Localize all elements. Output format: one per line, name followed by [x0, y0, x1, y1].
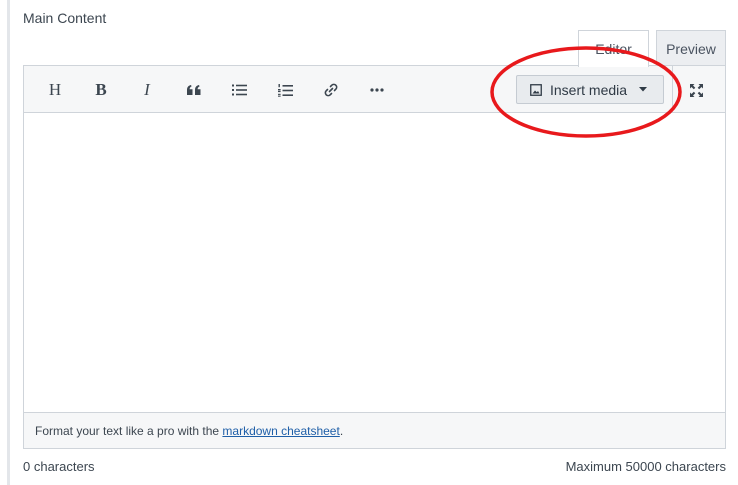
character-count: 0 characters: [23, 459, 95, 474]
link-button[interactable]: [318, 78, 344, 102]
heading-button[interactable]: H: [42, 78, 68, 102]
quote-icon: [187, 85, 201, 95]
bold-button[interactable]: B: [88, 78, 114, 102]
numbered-list-icon: [277, 83, 293, 97]
tab-preview[interactable]: Preview: [656, 30, 726, 66]
character-maximum: Maximum 50000 characters: [565, 459, 726, 474]
hint-suffix: .: [339, 423, 344, 438]
numbered-list-button[interactable]: [272, 78, 298, 102]
markdown-cheatsheet-link[interactable]: markdown cheatsheet: [222, 424, 339, 438]
insert-media-button[interactable]: Insert media: [516, 75, 664, 104]
field-left-rule: [7, 0, 10, 485]
expand-icon: [689, 83, 703, 97]
bulleted-list-button[interactable]: [226, 78, 252, 102]
more-icon: [370, 88, 384, 92]
tab-editor[interactable]: Editor: [578, 30, 649, 67]
hint-prefix: Format your text like a pro with the: [35, 423, 223, 438]
link-icon: [324, 83, 338, 97]
italic-button[interactable]: I: [134, 78, 160, 102]
heading-icon: H: [48, 80, 62, 99]
bulleted-list-icon: [231, 84, 247, 96]
content-textarea[interactable]: [24, 113, 725, 413]
field-label: Main Content: [23, 10, 107, 26]
image-icon: [530, 83, 542, 96]
editor-toolbar: H B I Insert media: [24, 66, 725, 113]
more-button[interactable]: [364, 78, 390, 102]
italic-icon: I: [144, 80, 150, 99]
markdown-editor: H B I Insert media Format your text like…: [23, 65, 726, 449]
fullscreen-button[interactable]: [682, 78, 710, 102]
insert-media-label: Insert media: [550, 81, 628, 98]
caret-down-icon: [639, 87, 648, 92]
bold-icon: B: [95, 80, 107, 99]
editor-hint: Format your text like a pro with the mar…: [24, 412, 725, 448]
toolbar-divider: [672, 66, 673, 113]
quote-button[interactable]: [181, 78, 207, 102]
